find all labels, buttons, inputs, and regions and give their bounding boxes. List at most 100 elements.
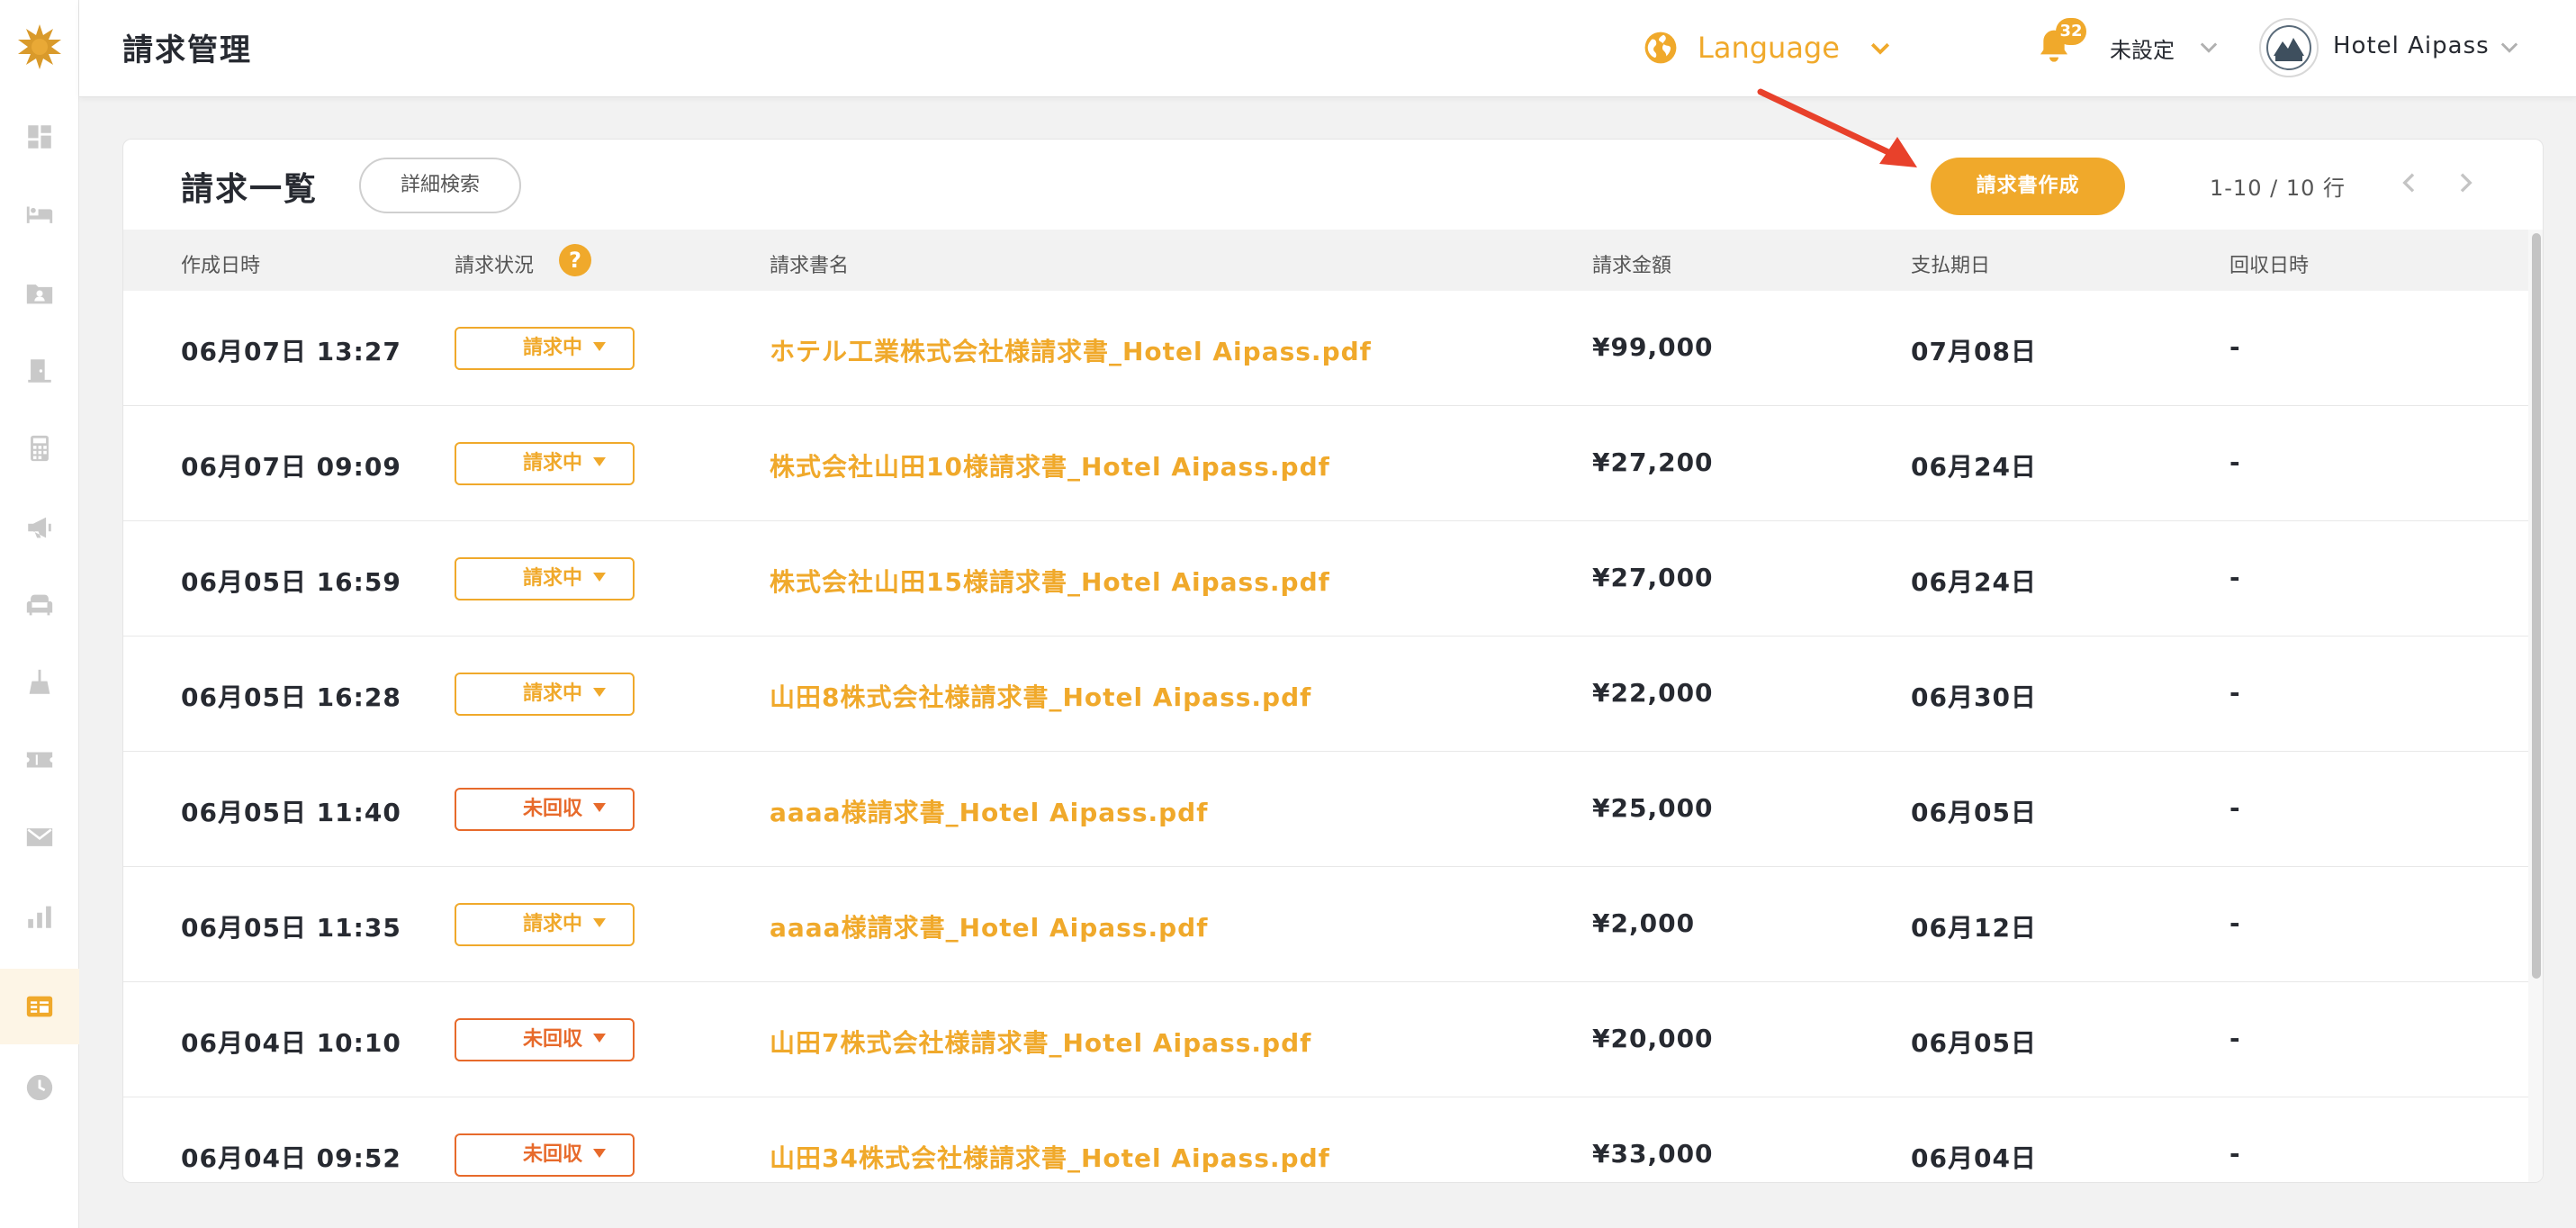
collected-date: - [2229,678,2241,708]
collected-date: - [2229,793,2241,823]
invoice-file-link[interactable]: 山田8株式会社様請求書_Hotel Aipass.pdf [770,678,1311,714]
annotation-arrow-icon [1757,88,1917,167]
table-row: 06月05日 16:59 請求中 株式会社山田15様請求書_Hotel Aipa… [123,521,2528,637]
invoice-file-link[interactable]: aaaa様請求書_Hotel Aipass.pdf [770,793,1208,829]
language-selector[interactable]: Language [1644,25,1894,70]
sidebar-item-invoice[interactable] [0,969,79,1044]
sidebar-item-dashboard[interactable] [0,99,79,175]
status-dropdown[interactable]: 請求中 [455,442,635,485]
column-header-due: 支払期日 [1911,255,1991,277]
sidebar-item-checkin[interactable] [0,333,79,409]
due-date: 07月08日 [1911,337,2037,366]
sidebar-item-sales[interactable] [0,411,79,486]
table-row: 06月05日 11:40 未回収 aaaa様請求書_Hotel Aipass.p… [123,752,2528,867]
table-row: 06月05日 16:28 請求中 山田8株式会社様請求書_Hotel Aipas… [123,637,2528,752]
caret-down-icon [593,803,606,812]
status-dropdown[interactable]: 未回収 [455,1133,635,1177]
help-icon[interactable]: ? [559,244,591,276]
status-dropdown[interactable]: 請求中 [455,327,635,370]
scrollbar-thumb[interactable] [2532,233,2541,979]
ticket-icon [26,752,53,768]
due-date: 06月12日 [1911,913,2037,943]
caret-down-icon [593,1034,606,1043]
table-row: 06月04日 10:10 未回収 山田7株式会社様請求書_Hotel Aipas… [123,982,2528,1097]
calculator-icon [31,435,49,462]
invoice-file-link[interactable]: 株式会社山田10様請求書_Hotel Aipass.pdf [770,447,1330,483]
table-row: 06月05日 11:35 請求中 aaaa様請求書_Hotel Aipass.p… [123,867,2528,982]
table-row: 06月07日 09:09 請求中 株式会社山田10様請求書_Hotel Aipa… [123,406,2528,521]
caret-down-icon [593,918,606,927]
avatar[interactable] [2259,18,2319,77]
sidebar-item-facility[interactable] [0,567,79,643]
invoice-icon [26,996,53,1017]
chevron-down-icon[interactable] [2196,34,2221,59]
sidebar [0,0,79,1228]
invoice-file-link[interactable]: 山田7株式会社様請求書_Hotel Aipass.pdf [770,1024,1311,1060]
section-title: 請求一覧 [181,171,319,208]
chevron-left-icon[interactable] [2395,168,2424,197]
language-label: Language [1698,31,1840,65]
hotel-logo-icon [2266,25,2311,70]
created-date: 06月07日 13:27 [181,337,401,366]
status-dropdown[interactable]: 請求中 [455,903,635,946]
chevron-down-icon[interactable] [2497,34,2522,59]
collected-date: - [2229,1024,2241,1053]
door-icon [28,359,51,383]
sidebar-item-coupon[interactable] [0,722,79,798]
status-selector-label[interactable]: 未設定 [2110,32,2175,64]
status-label: 請求中 [522,913,582,935]
bed-icon [26,206,53,223]
status-dropdown[interactable]: 未回収 [455,788,635,831]
sidebar-item-customers[interactable] [0,256,79,331]
broom-icon [29,669,50,694]
collected-date: - [2229,447,2241,477]
column-header-collected: 回収日時 [2229,255,2310,277]
invoice-file-link[interactable]: aaaa様請求書_Hotel Aipass.pdf [770,908,1208,944]
page-title: 請求管理 [122,32,252,68]
sofa-icon [26,594,53,616]
invoice-amount: ¥22,000 [1592,678,1714,708]
sidebar-item-mail[interactable] [0,799,79,875]
detail-search-button[interactable]: 詳細検索 [359,158,521,213]
dashboard-icon [28,125,51,149]
pagination-info: 1-10 / 10 行 [2210,176,2346,201]
column-header-amount: 請求金額 [1592,255,1672,277]
hotel-name[interactable]: Hotel Aipass [2333,32,2490,59]
invoice-amount: ¥99,000 [1592,332,1714,362]
status-dropdown[interactable]: 未回収 [455,1018,635,1061]
due-date: 06月04日 [1911,1143,2037,1173]
folder-user-icon [26,284,53,304]
chevron-right-icon[interactable] [2451,168,2480,197]
logo-icon[interactable] [15,23,64,71]
created-date: 06月05日 16:59 [181,567,401,597]
sidebar-item-analytics[interactable] [0,879,79,954]
status-label: 未回収 [522,798,582,820]
invoice-file-link[interactable]: 株式会社山田15様請求書_Hotel Aipass.pdf [770,563,1330,599]
create-invoice-button[interactable]: 請求書作成 [1931,158,2125,215]
sidebar-item-history[interactable] [0,1050,79,1125]
invoice-file-link[interactable]: 山田34株式会社様請求書_Hotel Aipass.pdf [770,1139,1330,1175]
invoice-file-link[interactable]: ホテル工業株式会社様請求書_Hotel Aipass.pdf [770,332,1372,368]
invoice-amount: ¥27,000 [1592,563,1714,592]
column-header-filename: 請求書名 [770,255,850,277]
collected-date: - [2229,332,2241,362]
sidebar-item-notice[interactable] [0,490,79,565]
collected-date: - [2229,908,2241,938]
status-dropdown[interactable]: 請求中 [455,557,635,600]
created-date: 06月04日 09:52 [181,1143,401,1173]
globe-icon [1644,32,1677,64]
created-date: 06月05日 16:28 [181,682,401,712]
table-row: 06月07日 13:27 請求中 ホテル工業株式会社様請求書_Hotel Aip… [123,291,2528,406]
invoice-amount: ¥2,000 [1592,908,1696,938]
due-date: 06月24日 [1911,452,2037,482]
due-date: 06月05日 [1911,1028,2037,1058]
sidebar-item-rooms[interactable] [0,176,79,252]
notification-badge: 32 [2056,18,2086,45]
status-dropdown[interactable]: 請求中 [455,673,635,716]
sidebar-item-cleaning[interactable] [0,645,79,720]
status-label: 請求中 [522,337,582,359]
clock-icon [26,1074,53,1101]
caret-down-icon [593,342,606,351]
bar-chart-icon [28,906,51,928]
due-date: 06月05日 [1911,798,2037,827]
